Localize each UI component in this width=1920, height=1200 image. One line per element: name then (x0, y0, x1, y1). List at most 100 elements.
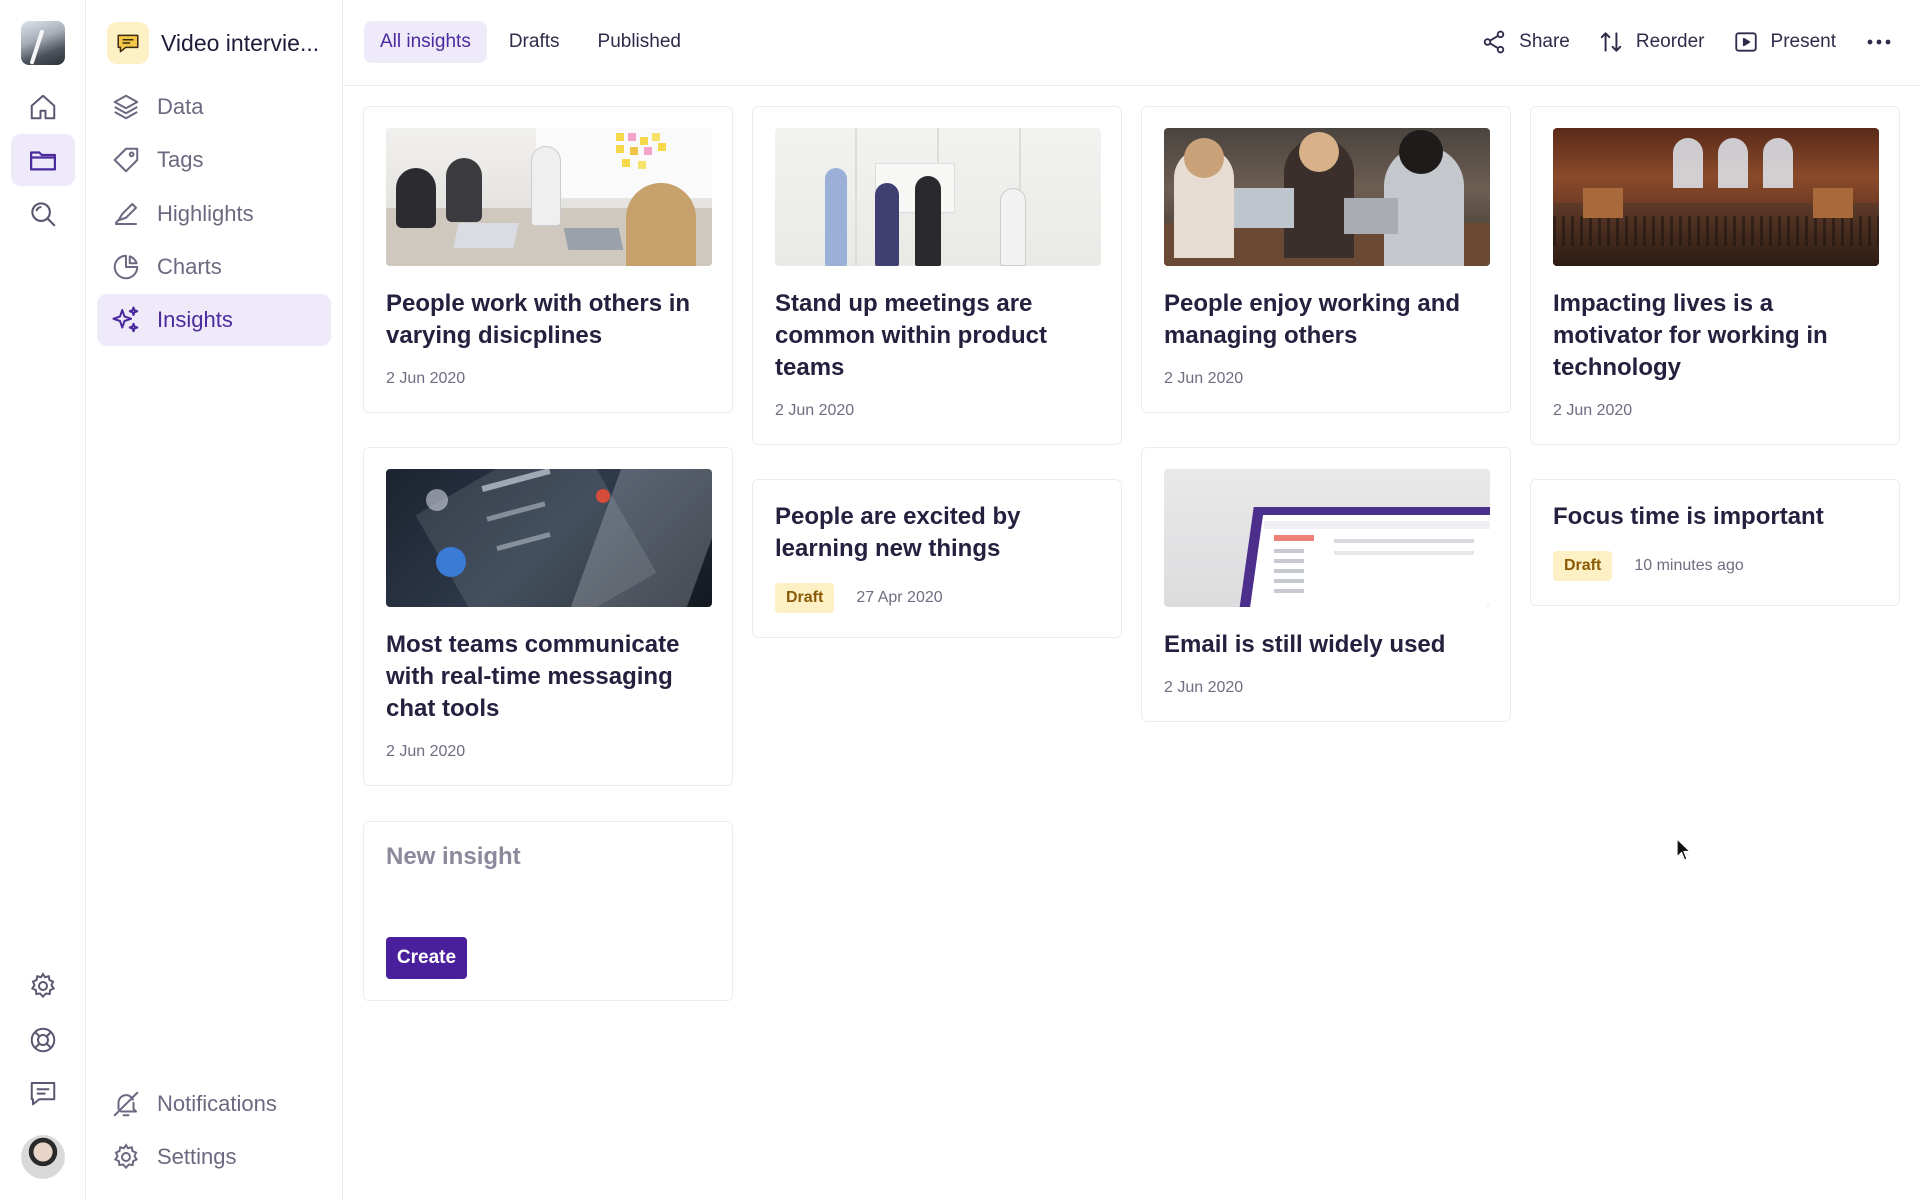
sidebar-item-label: Charts (157, 254, 222, 279)
mouse-cursor-icon (1676, 838, 1691, 861)
insight-card[interactable]: People are excited by learning new thing… (752, 479, 1122, 638)
icon-rail (0, 0, 86, 1200)
workspace-logo[interactable] (21, 21, 65, 65)
insight-date: 2 Jun 2020 (775, 402, 855, 419)
insight-title: Impacting lives is a motivator for worki… (1553, 290, 1828, 381)
sidebar-item-data[interactable]: Data (97, 81, 331, 133)
insight-tabs: All insights Drafts Published (364, 21, 697, 63)
feedback-button[interactable] (11, 1067, 75, 1119)
project-header[interactable]: Video intervie... (107, 22, 319, 64)
insight-meta: 2 Jun 2020 (1553, 402, 1877, 420)
insight-thumbnail (1553, 128, 1879, 266)
home-icon (30, 94, 56, 120)
tag-icon (113, 147, 139, 173)
insight-meta: Draft 10 minutes ago (1553, 551, 1877, 581)
draft-badge: Draft (1553, 551, 1613, 581)
insight-date: 2 Jun 2020 (1553, 402, 1633, 419)
sidebar-item-label: Insights (157, 307, 233, 332)
insight-title: Most teams communicate with real-time me… (386, 631, 680, 722)
insight-title: Email is still widely used (1164, 631, 1446, 658)
sidebar-item-charts[interactable]: Charts (97, 241, 331, 293)
projects-button[interactable] (11, 134, 75, 186)
search-button[interactable] (11, 188, 75, 240)
sidebar-item-label: Data (157, 94, 204, 119)
insight-meta: 2 Jun 2020 (386, 743, 710, 761)
insight-thumbnail (1164, 469, 1490, 607)
pie-chart-icon (113, 254, 139, 280)
insight-date: 2 Jun 2020 (1164, 679, 1244, 696)
insight-card[interactable]: Impacting lives is a motivator for worki… (1530, 106, 1900, 445)
reorder-button[interactable]: Reorder (1598, 21, 1705, 63)
layers-icon (113, 94, 139, 120)
insight-thumbnail (386, 128, 712, 266)
user-avatar[interactable] (21, 1135, 65, 1179)
insight-card[interactable]: Focus time is important Draft 10 minutes… (1530, 479, 1900, 606)
insight-date: 10 minutes ago (1634, 557, 1744, 574)
reorder-icon (1600, 32, 1622, 52)
sidebar-item-label: Notifications (157, 1091, 277, 1116)
tab-drafts[interactable]: Drafts (493, 21, 576, 63)
insight-meta: 2 Jun 2020 (775, 402, 1099, 420)
settings-button[interactable] (11, 960, 75, 1012)
folder-icon (30, 151, 56, 171)
bell-off-icon (113, 1091, 139, 1117)
insight-date: 2 Jun 2020 (386, 370, 466, 387)
present-icon (1734, 32, 1757, 52)
more-horizontal-icon (1867, 39, 1891, 45)
sidebar-item-label: Settings (157, 1144, 237, 1169)
insights-toolbar: All insights Drafts Published Share Reor… (344, 0, 1920, 86)
reorder-label: Reorder (1635, 31, 1705, 52)
insight-title: Stand up meetings are common within prod… (775, 290, 1047, 381)
more-options-button[interactable] (1864, 21, 1894, 63)
share-button[interactable]: Share (1481, 21, 1570, 63)
insight-title: People work with others in varying disic… (386, 290, 691, 349)
home-button[interactable] (11, 81, 75, 133)
tab-all-insights[interactable]: All insights (364, 21, 487, 63)
insight-thumbnail (775, 128, 1101, 266)
insight-card[interactable]: Stand up meetings are common within prod… (752, 106, 1122, 445)
sidebar-item-highlights[interactable]: Highlights (97, 188, 331, 240)
insight-thumbnail (386, 469, 712, 607)
chat-bubble-icon (117, 34, 139, 53)
share-icon (1483, 30, 1505, 54)
insight-date: 27 Apr 2020 (856, 589, 943, 606)
insight-thumbnail (1164, 128, 1490, 266)
sidebar-item-settings[interactable]: Settings (97, 1131, 331, 1183)
highlighter-icon (115, 203, 137, 225)
help-icon (30, 1027, 56, 1053)
help-button[interactable] (11, 1014, 75, 1066)
present-label: Present (1770, 31, 1836, 52)
create-insight-button[interactable]: Create (386, 937, 467, 979)
insight-card[interactable]: Most teams communicate with real-time me… (363, 447, 733, 786)
sparkles-icon (112, 306, 139, 333)
gear-icon (30, 972, 56, 999)
gear-icon (113, 1143, 139, 1170)
draft-badge: Draft (775, 583, 835, 613)
new-insight-card: New insight Create (363, 821, 733, 1001)
sidebar-item-notifications[interactable]: Notifications (97, 1078, 331, 1130)
insight-card[interactable]: Email is still widely used 2 Jun 2020 (1141, 447, 1511, 722)
insight-date: 2 Jun 2020 (386, 743, 466, 760)
share-label: Share (1519, 31, 1570, 52)
insight-card[interactable]: People enjoy working and managing others… (1141, 106, 1511, 413)
search-icon (31, 202, 56, 227)
sidebar-item-label: Tags (157, 147, 204, 172)
insight-card[interactable]: People work with others in varying disic… (363, 106, 733, 413)
insight-meta: 2 Jun 2020 (1164, 370, 1488, 388)
insight-meta: Draft 27 Apr 2020 (775, 583, 1099, 613)
insight-meta: 2 Jun 2020 (386, 370, 710, 388)
sidebar-item-label: Highlights (157, 201, 254, 226)
present-button[interactable]: Present (1733, 21, 1836, 63)
tab-published[interactable]: Published (582, 21, 697, 63)
insight-date: 2 Jun 2020 (1164, 370, 1244, 387)
project-title: Video intervie... (161, 29, 320, 56)
insight-meta: 2 Jun 2020 (1164, 679, 1488, 697)
sidebar-item-insights[interactable]: Insights (97, 294, 331, 346)
insight-title: People enjoy working and managing others (1164, 290, 1461, 349)
toolbar-actions: Share Reorder Present (1481, 21, 1894, 63)
project-icon (107, 22, 149, 64)
feedback-icon (30, 1082, 56, 1106)
insight-title: Focus time is important (1553, 503, 1824, 530)
project-sidebar: Video intervie... Data Tags Highlights C… (87, 0, 343, 1200)
sidebar-item-tags[interactable]: Tags (97, 134, 331, 186)
